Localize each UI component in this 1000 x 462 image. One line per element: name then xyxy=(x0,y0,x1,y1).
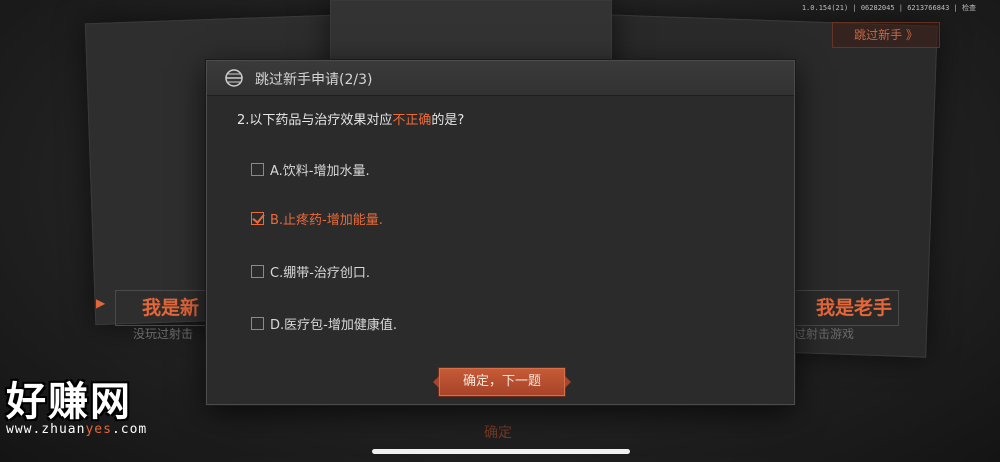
question-text: 2.以下药品与治疗效果对应不正确的是? xyxy=(237,109,464,128)
option-d-label: D.医疗包-增加健康值. xyxy=(270,317,397,333)
question-prefix: 2.以下药品与治疗效果对应 xyxy=(237,113,393,128)
checkbox-a[interactable] xyxy=(251,162,264,176)
option-a-label: A.饮料-增加水量. xyxy=(270,163,370,179)
checkbox-c[interactable] xyxy=(251,264,264,278)
option-c[interactable]: C.绷带-治疗创口. xyxy=(251,261,370,281)
option-d[interactable]: D.医疗包-增加健康值. xyxy=(251,313,397,333)
version-label: 1.0.154(21) | 06282045 | 6213766843 | 检查 xyxy=(801,4,976,12)
confirm-next-button[interactable]: 确定，下一题 xyxy=(433,368,571,396)
dialog-title: 跳过新手申请(2/3) xyxy=(255,72,373,88)
veteran-option: 我是老手 xyxy=(795,290,899,326)
checkbox-b[interactable] xyxy=(251,211,264,225)
skip-tutorial-dialog: 跳过新手申请(2/3) 2.以下药品与治疗效果对应不正确的是? A.饮料-增加水… xyxy=(206,60,795,405)
option-a[interactable]: A.饮料-增加水量. xyxy=(251,159,370,179)
watermark-url: www.zhuanyes.com xyxy=(6,422,196,437)
watermark-url-b: yes xyxy=(85,422,112,437)
home-indicator[interactable] xyxy=(372,449,630,454)
option-c-label: C.绷带-治疗创口. xyxy=(270,265,371,281)
watermark-url-a: www.zhuan xyxy=(6,422,86,437)
question-highlight: 不正确 xyxy=(392,113,432,128)
watermark-url-c: .com xyxy=(111,422,148,437)
play-arrow-icon: ▶ xyxy=(96,296,106,310)
watermark-name: 好赚网 xyxy=(6,379,132,425)
veteran-subtitle: 过射击游戏 xyxy=(794,327,855,341)
option-b-label: B.止疼药-增加能量. xyxy=(270,212,383,228)
watermark-logo: 好赚网 www.zhuanyes.com xyxy=(6,380,196,437)
dialog-header: 跳过新手申请(2/3) xyxy=(207,61,794,96)
globe-icon xyxy=(225,69,243,87)
question-suffix: 的是? xyxy=(431,113,465,128)
skip-tutorial-button[interactable]: 跳过新手 》 xyxy=(832,22,940,48)
checkbox-d[interactable] xyxy=(251,316,264,330)
background-confirm: 确定 xyxy=(484,425,512,441)
newbie-subtitle: 没玩过射击 xyxy=(133,327,194,341)
option-b[interactable]: B.止疼药-增加能量. xyxy=(251,208,383,228)
